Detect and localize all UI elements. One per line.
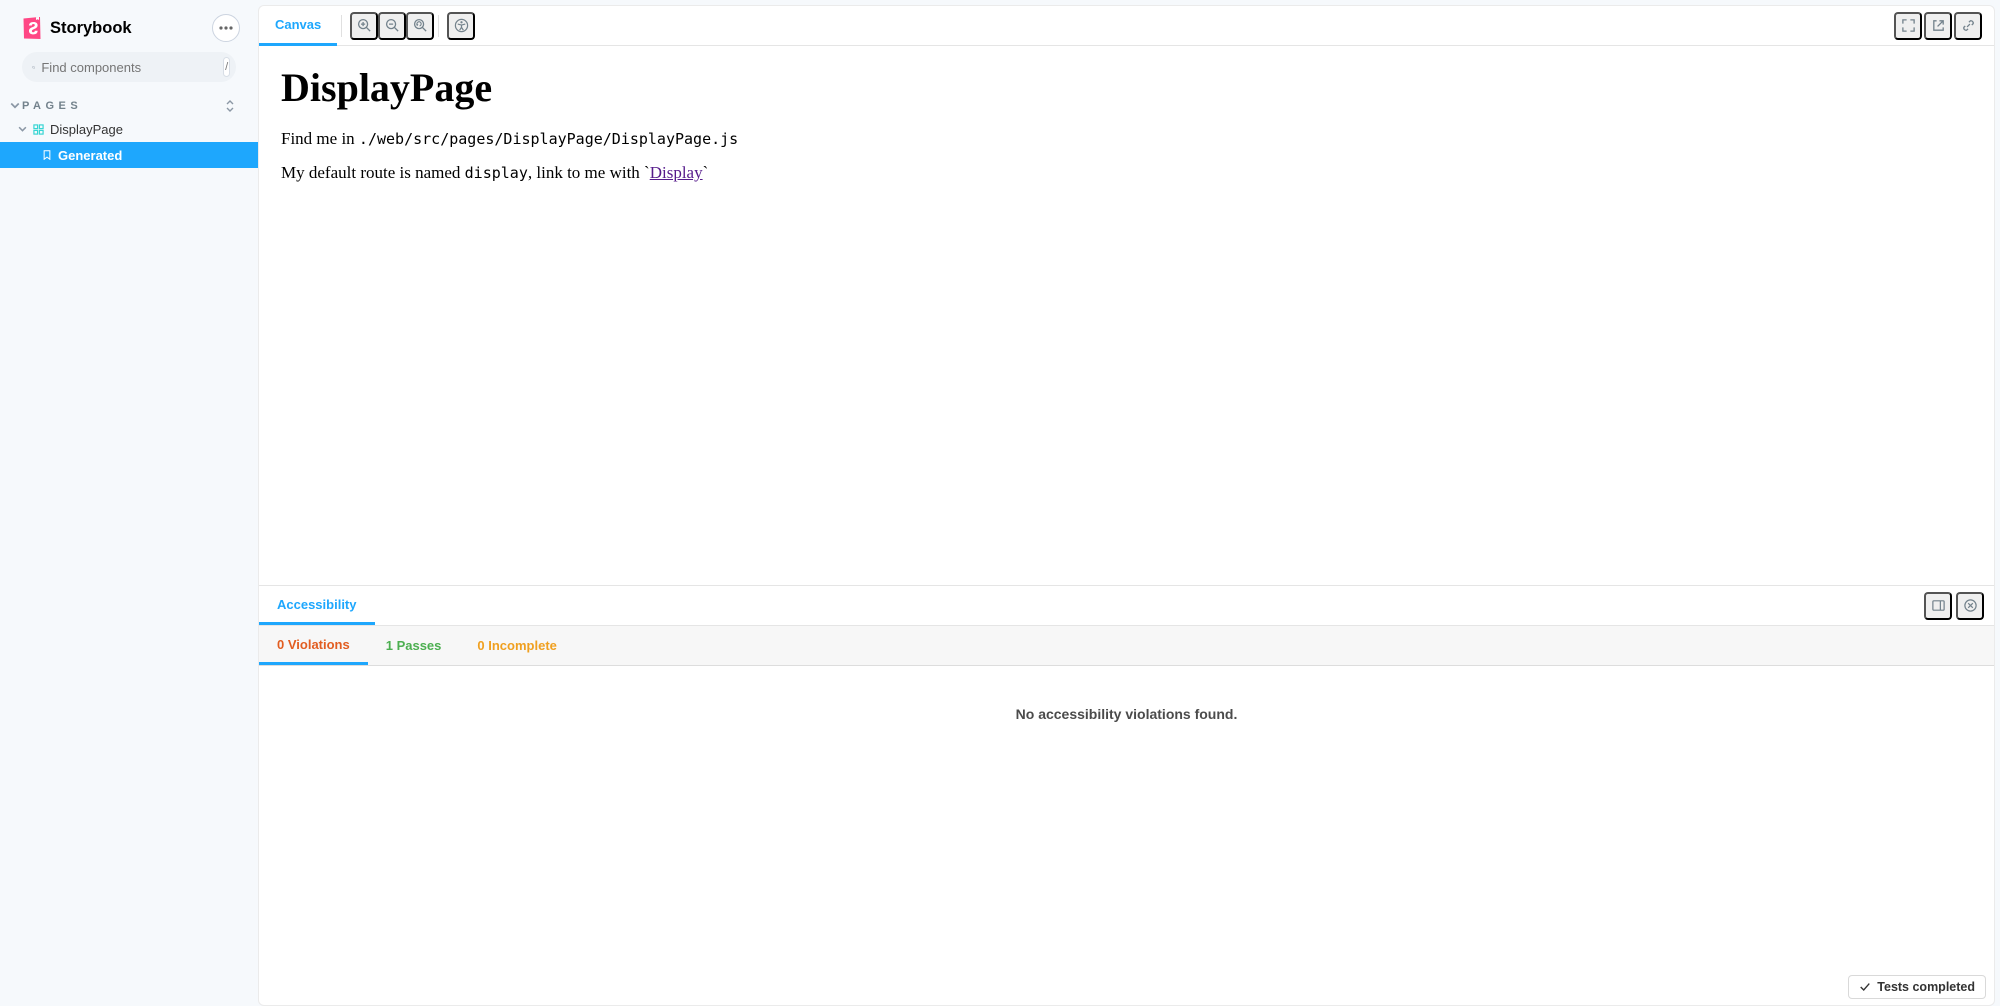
a11y-tab-passes[interactable]: 1 Passes [368,626,460,665]
fullscreen-button[interactable] [1894,12,1922,40]
section-pages-label[interactable]: PAGES [22,100,82,112]
text: , link to me with ` [528,163,650,182]
zoom-in-icon [357,18,372,33]
sidebar: Storybook / PAGES DisplayPage [0,0,258,1006]
open-new-tab-button[interactable] [1924,12,1952,40]
canvas-frame: DisplayPage Find me in ./web/src/pages/D… [259,46,1994,585]
a11y-tab-incomplete[interactable]: 0 Incomplete [459,626,574,665]
toolbar-separator [438,15,439,37]
zoom-out-icon [385,18,400,33]
addon-orientation-button[interactable] [1924,592,1952,620]
route-name-code: display [465,164,528,182]
search-icon [32,61,35,74]
copy-link-button[interactable] [1954,12,1982,40]
chevron-down-icon [10,101,20,111]
brand-name: Storybook [50,19,132,38]
collapse-all-icon[interactable] [224,100,236,112]
search-shortcut-badge: / [223,57,230,77]
panel-right-icon [1931,598,1946,613]
close-circle-icon [1963,598,1978,613]
toolbar-separator [341,15,342,37]
tree-story-generated[interactable]: Generated [0,142,258,168]
addon-panel: Accessibility 0 Violations 1 Passes 0 In… [259,585,1994,1005]
tree-component-displaypage[interactable]: DisplayPage [0,116,258,142]
tests-status-text: Tests completed [1877,980,1975,994]
text: Find me in [281,129,359,148]
display-route-link[interactable]: Display [650,163,703,182]
main-panel: Canvas DisplayPage Find me in ./web/src/… [258,5,1995,1006]
page-title: DisplayPage [281,64,1972,111]
accessibility-icon [454,18,469,33]
sidebar-menu-button[interactable] [212,14,240,42]
text: My default route is named [281,163,465,182]
search-input-wrap[interactable]: / [22,52,236,82]
storybook-logo-icon [22,16,42,40]
a11y-tab-violations[interactable]: 0 Violations [259,626,368,665]
zoom-reset-icon [413,18,428,33]
external-link-icon [1931,18,1946,33]
chevron-down-icon [18,125,27,134]
bookmark-icon [42,150,52,160]
fullscreen-icon [1901,18,1916,33]
component-icon [33,124,44,135]
zoom-in-button[interactable] [350,12,378,40]
check-icon [1859,981,1871,993]
tree-story-label: Generated [58,148,122,163]
tab-canvas[interactable]: Canvas [259,7,337,46]
search-input[interactable] [41,60,217,75]
a11y-empty-message: No accessibility violations found. [259,666,1994,1005]
zoom-out-button[interactable] [378,12,406,40]
zoom-reset-button[interactable] [406,12,434,40]
link-icon [1961,18,1976,33]
addon-close-button[interactable] [1956,592,1984,620]
toolbar: Canvas [259,6,1994,46]
text: ` [703,163,709,182]
page-route-line: My default route is named display, link … [281,163,1972,183]
addon-tab-accessibility[interactable]: Accessibility [259,586,375,625]
tree-component-label: DisplayPage [50,122,123,137]
page-location-line: Find me in ./web/src/pages/DisplayPage/D… [281,129,1972,149]
tests-status-pill[interactable]: Tests completed [1848,975,1986,999]
file-path-code: ./web/src/pages/DisplayPage/DisplayPage.… [359,130,738,148]
brand[interactable]: Storybook [22,16,132,40]
ellipsis-icon [219,26,233,30]
a11y-subtabs: 0 Violations 1 Passes 0 Incomplete [259,626,1994,666]
accessibility-vision-button[interactable] [447,12,475,40]
